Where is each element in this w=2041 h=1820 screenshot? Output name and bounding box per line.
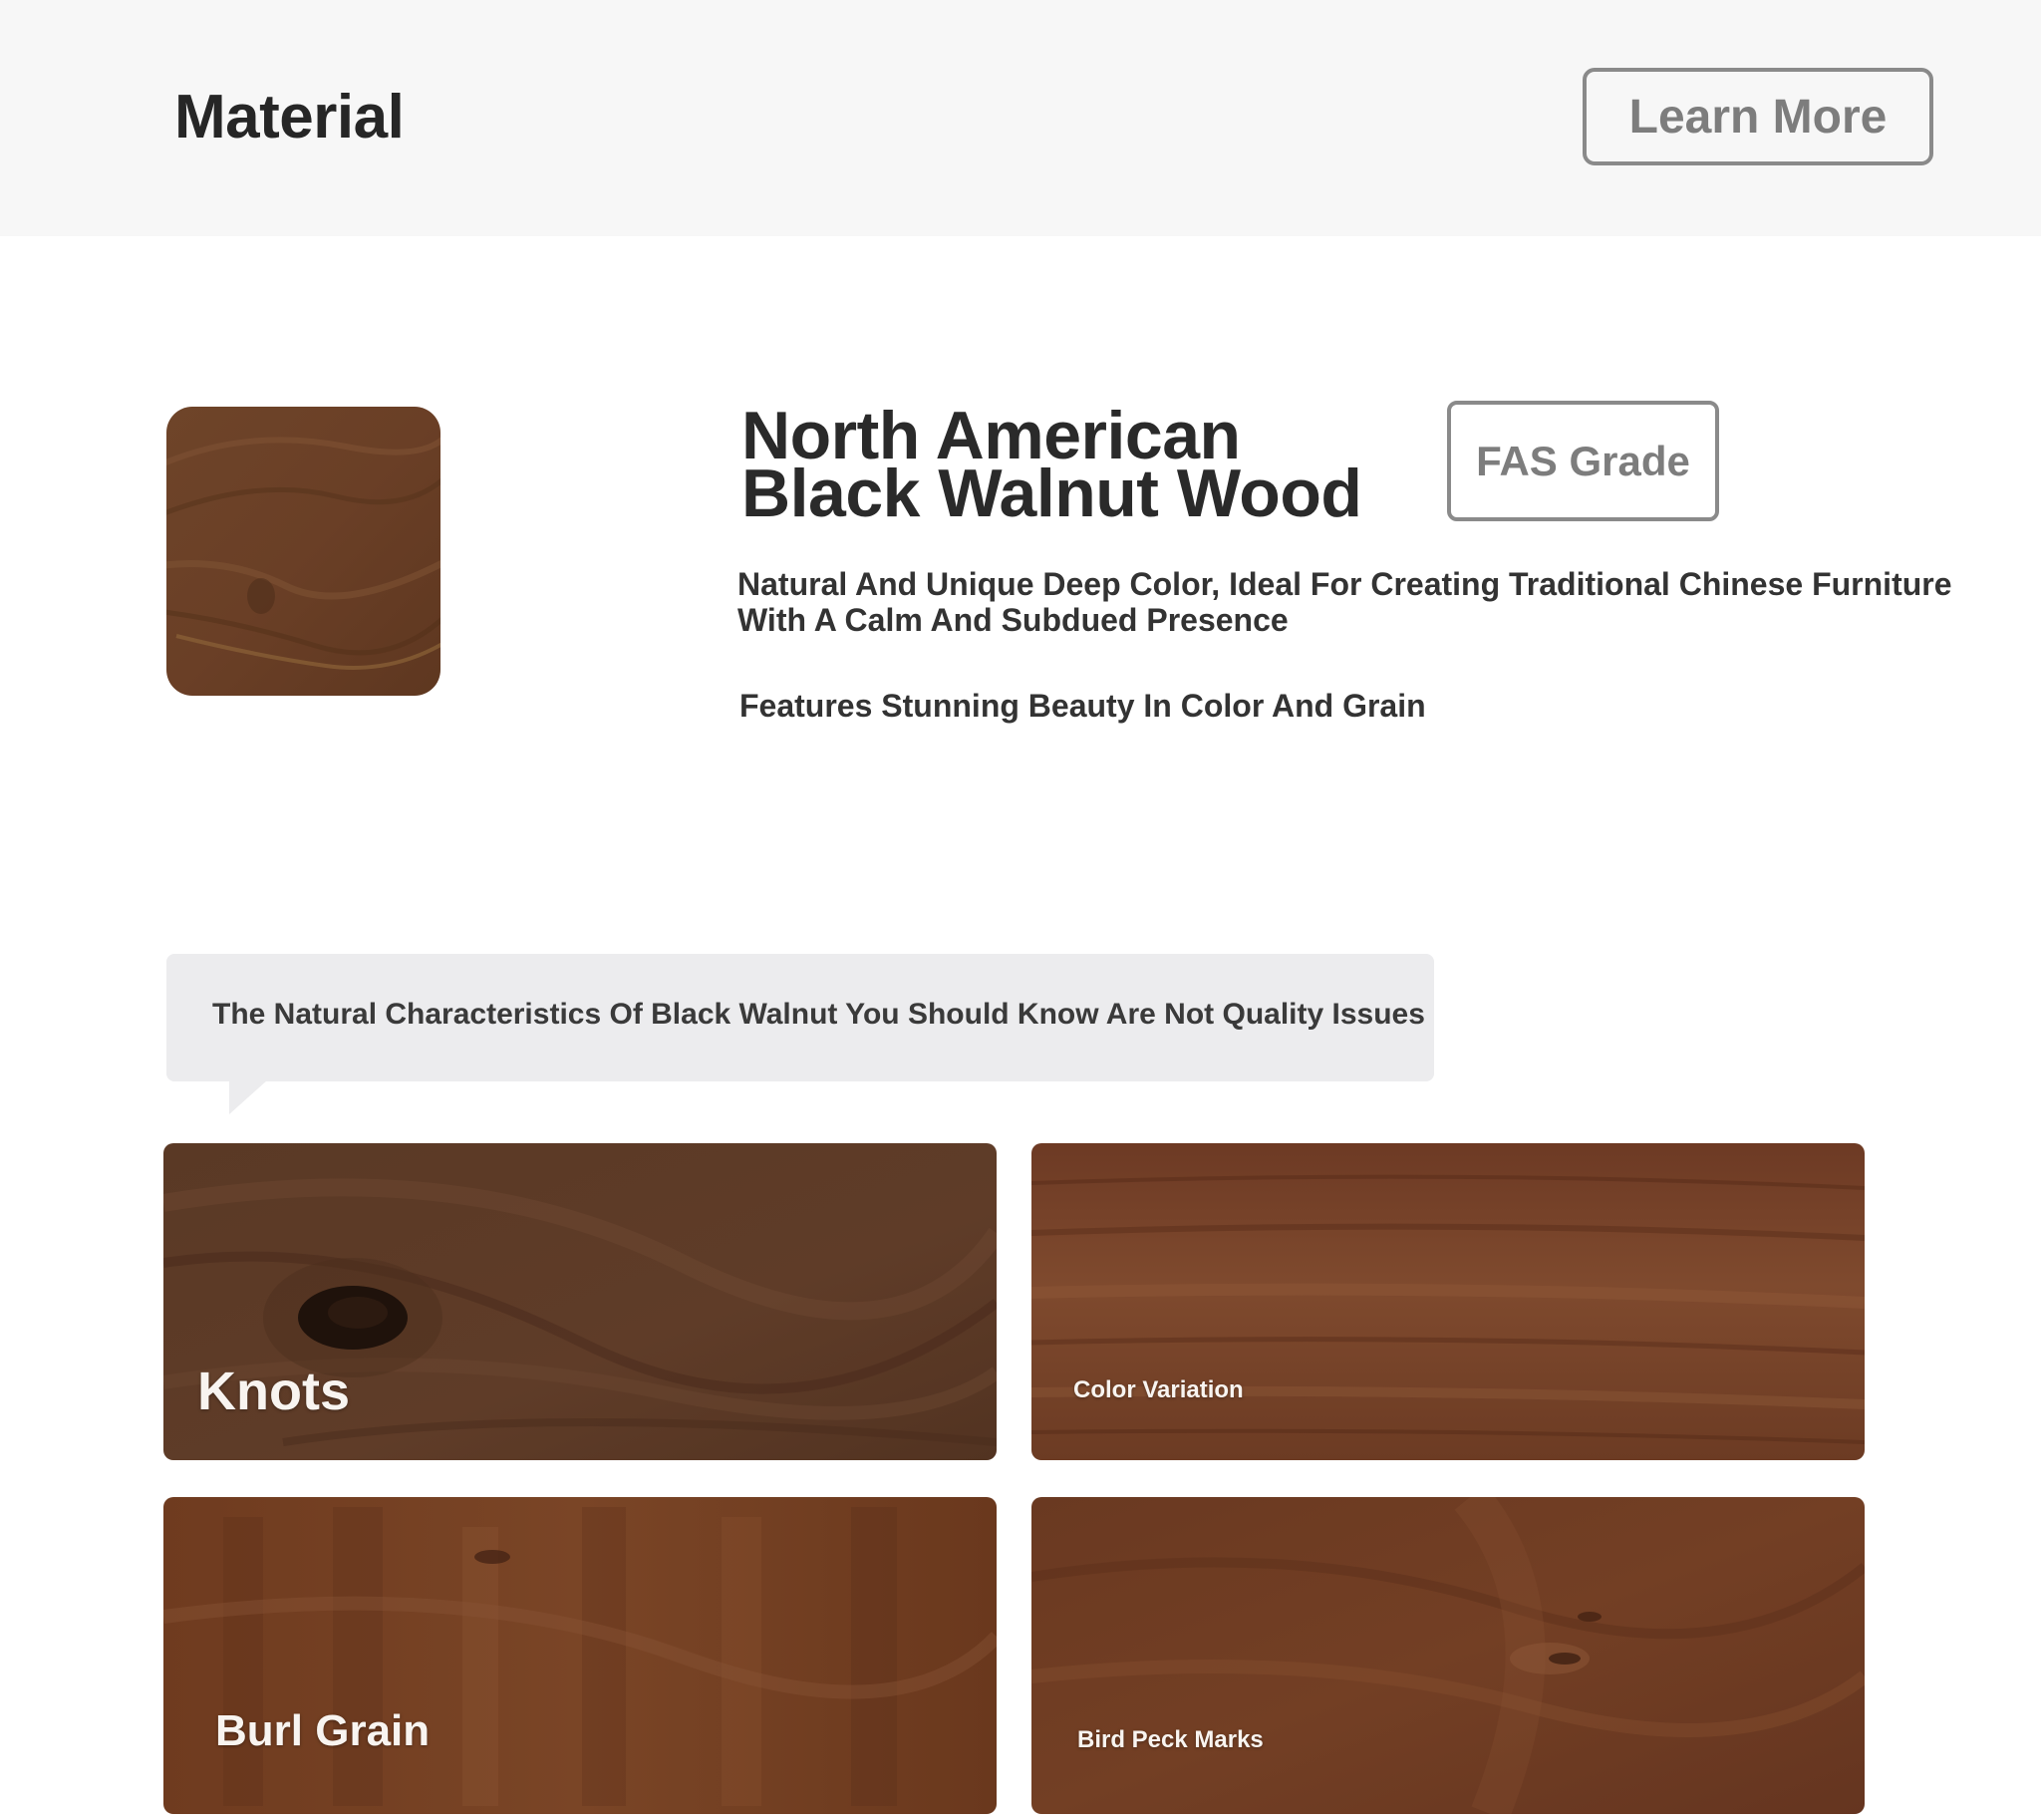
tile-knots[interactable]: Knots xyxy=(163,1143,997,1460)
tile-bird-peck-marks-label: Bird Peck Marks xyxy=(1077,1726,1264,1753)
characteristics-callout: The Natural Characteristics Of Black Wal… xyxy=(166,954,1434,1081)
section-title: Material xyxy=(174,83,405,152)
product-description: Natural And Unique Deep Color, Ideal For… xyxy=(737,566,1952,638)
wood-swatch-image xyxy=(166,407,440,696)
tile-burl-grain[interactable]: Burl Grain xyxy=(163,1497,997,1814)
product-title: North American Black Walnut Wood xyxy=(741,402,1362,531)
grade-badge: FAS Grade xyxy=(1447,401,1719,521)
learn-more-button[interactable]: Learn More xyxy=(1583,68,1933,165)
tile-burl-grain-label: Burl Grain xyxy=(215,1706,431,1755)
tile-bird-peck-marks[interactable]: Bird Peck Marks xyxy=(1031,1497,1865,1814)
product-feature: Features Stunning Beauty In Color And Gr… xyxy=(739,688,1426,724)
top-header: Material Learn More xyxy=(0,0,2041,236)
tile-knots-label: Knots xyxy=(197,1362,350,1421)
callout-pointer xyxy=(229,1080,267,1114)
tile-color-variation-label: Color Variation xyxy=(1073,1376,1244,1403)
characteristics-heading: The Natural Characteristics Of Black Wal… xyxy=(212,998,1425,1031)
product-title-line2: Black Walnut Wood xyxy=(741,455,1362,531)
tile-color-variation[interactable]: Color Variation xyxy=(1031,1143,1865,1460)
